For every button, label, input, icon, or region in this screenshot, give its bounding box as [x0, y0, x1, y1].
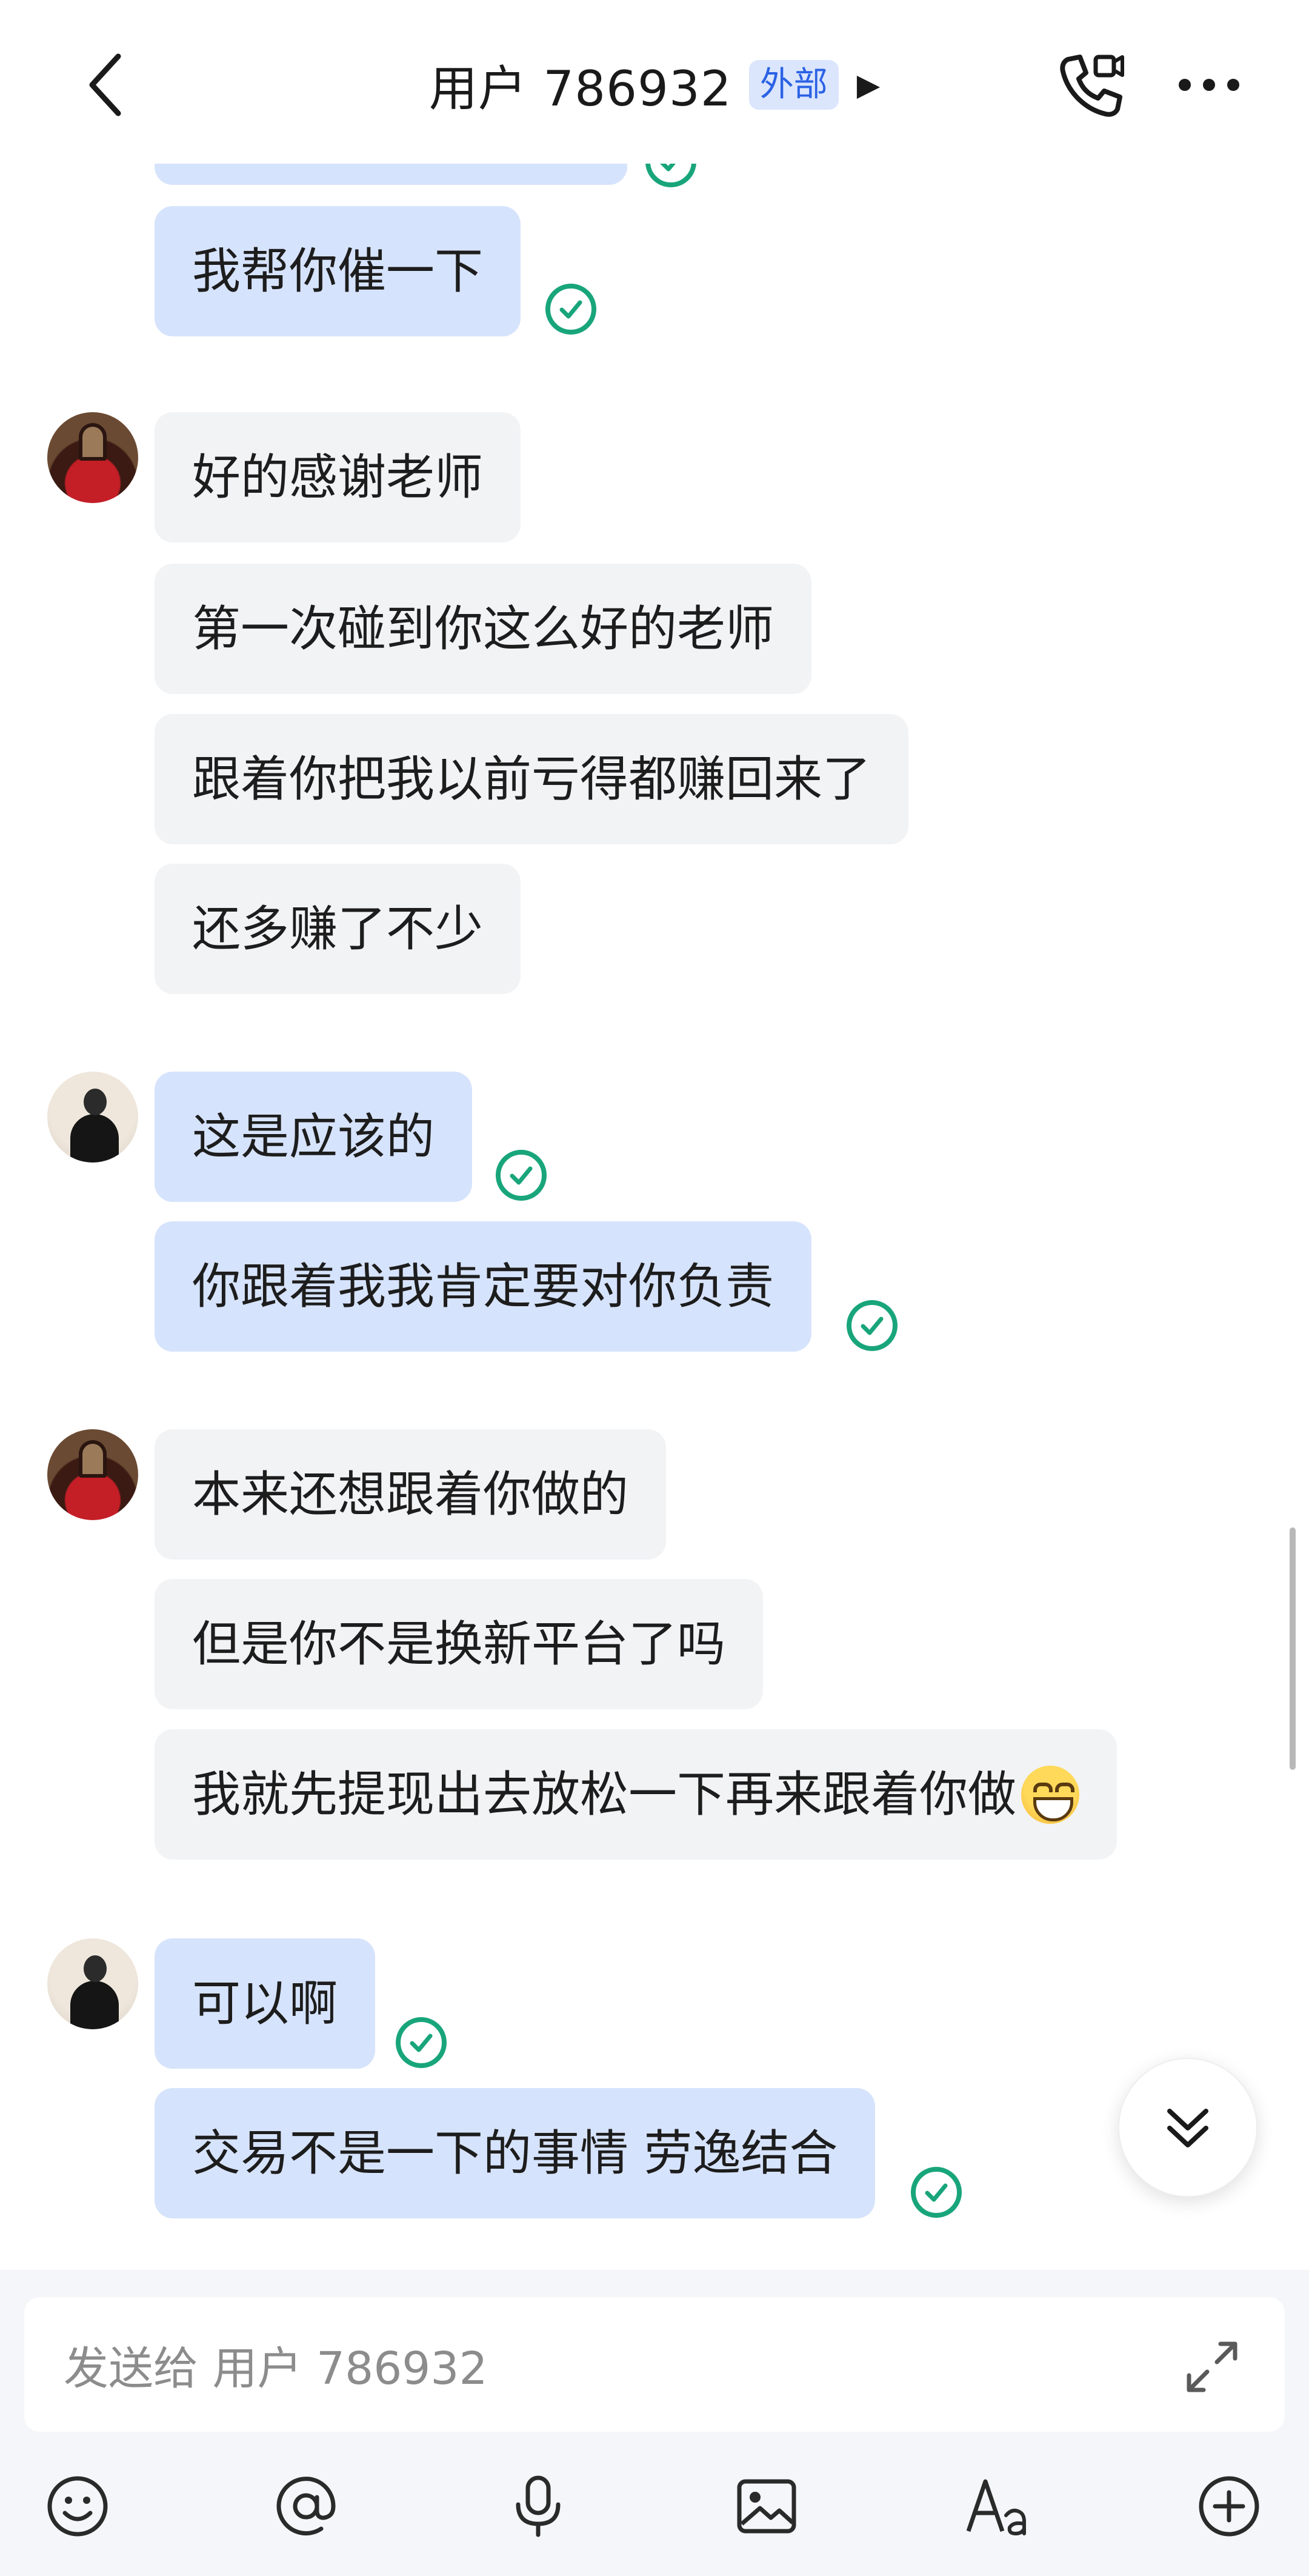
contact-avatar[interactable] — [47, 412, 138, 503]
message-bubble[interactable]: 本来还想跟着你做的 — [155, 1429, 666, 1560]
text-format-icon — [966, 2479, 1026, 2536]
expand-icon — [1187, 2341, 1237, 2392]
text-format-button[interactable] — [961, 2470, 1033, 2543]
message-text: 可以啊 — [192, 1975, 338, 2032]
voice-button[interactable] — [502, 2470, 575, 2543]
message-text: 第一次碰到你这么好的老师 — [192, 600, 774, 657]
more-icon — [1179, 79, 1239, 91]
read-check-icon — [396, 2017, 447, 2068]
more-button[interactable] — [1173, 58, 1245, 112]
message-bubble[interactable]: 我就先提现出去放松一下再来跟着你做 — [155, 1729, 1117, 1860]
message-text: 这是应该的 — [192, 1108, 435, 1165]
title-arrow-icon: ▶ — [856, 67, 881, 102]
external-badge: 外部 — [748, 60, 839, 110]
message-text: 你跟着我我肯定要对你负责 — [192, 1258, 774, 1315]
microphone-icon — [516, 2475, 561, 2537]
message-text: 本来还想跟着你做的 — [192, 1466, 628, 1523]
message-bubble[interactable]: 可以啊 — [155, 1938, 375, 2069]
message-text: 交易不是一下的事情 劳逸结合 — [192, 2124, 838, 2181]
video-call-icon — [1060, 55, 1124, 117]
message-bubble[interactable]: 第一次碰到你这么好的老师 — [155, 564, 811, 694]
message-bubble[interactable]: 这是应该的 — [155, 1072, 472, 1202]
expand-input-button[interactable] — [1182, 2337, 1242, 2397]
message-bubble[interactable]: 你跟着我我肯定要对你负责 — [155, 1221, 811, 1352]
message-text: 好的感谢老师 — [192, 449, 483, 506]
message-text: 我就先提现出去放松一下再来跟着你做 — [192, 1766, 1016, 1823]
message-bubble[interactable]: 但是你不是换新平台了吗 — [155, 1579, 763, 1709]
message-text: 但是你不是换新平台了吗 — [192, 1615, 725, 1672]
chat-title: 用户 786932 — [428, 61, 732, 117]
double-chevron-down-icon — [1167, 2109, 1208, 2147]
message-text: 还多赚了不少 — [192, 900, 483, 957]
emoji-icon — [47, 2476, 108, 2537]
scrollbar[interactable] — [1290, 1527, 1296, 1770]
message-bubble[interactable]: 跟着你把我以前亏得都赚回来了 — [155, 714, 908, 844]
video-call-button[interactable] — [1054, 48, 1127, 121]
emoji-button[interactable] — [41, 2470, 114, 2543]
message-bubble[interactable]: 好的感谢老师 — [155, 412, 521, 542]
message-bubble[interactable]: 我帮你催一下 — [155, 206, 521, 336]
image-icon — [737, 2479, 796, 2534]
read-check-icon — [847, 1300, 898, 1351]
message-bubble[interactable]: 交易不是一下的事情 劳逸结合 — [155, 2088, 876, 2218]
jump-to-latest-button[interactable] — [1118, 2058, 1257, 2197]
mention-icon — [276, 2477, 336, 2536]
read-check-icon — [911, 2167, 962, 2218]
read-check-icon — [545, 284, 596, 335]
mention-button[interactable] — [270, 2470, 342, 2543]
message-bubble[interactable]: 还多赚了不少 — [155, 864, 521, 994]
message-text: 我帮你催一下 — [192, 242, 483, 299]
my-avatar[interactable] — [47, 1938, 138, 2029]
add-button[interactable] — [1193, 2470, 1265, 2543]
image-button[interactable] — [730, 2470, 803, 2543]
contact-avatar[interactable] — [47, 1429, 138, 1520]
message-input-placeholder: 发送给 用户 786932 — [64, 2342, 488, 2395]
read-check-icon — [496, 1150, 547, 1201]
add-icon — [1199, 2476, 1259, 2537]
grinning-face-emoji — [1021, 1765, 1079, 1824]
my-avatar[interactable] — [47, 1072, 138, 1163]
message-text: 跟着你把我以前亏得都赚回来了 — [192, 750, 871, 807]
